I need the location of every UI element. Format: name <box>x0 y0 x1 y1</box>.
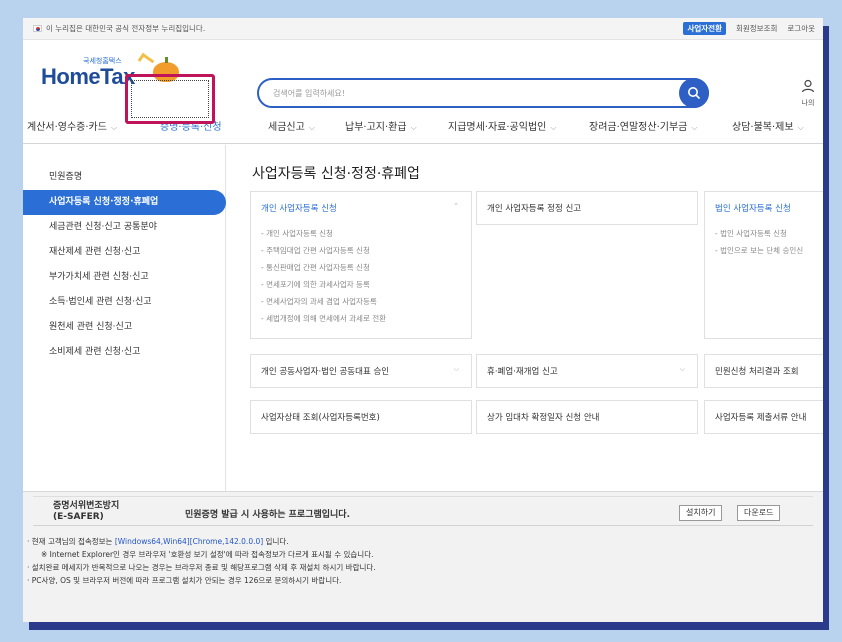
card-title: 개인 사업자등록 신청 <box>261 204 337 214</box>
info-line: ※ Internet Explorer인 경우 브라우저 '호환성 보기 설정'… <box>41 550 374 559</box>
sidebar-item-vat[interactable]: 부가가치세 관련 신청·신고 <box>23 265 225 290</box>
esafer-row: 증명서위변조방지 (E-SAFER) 민원증명 발급 시 사용하는 프로그램입니… <box>33 496 813 526</box>
logout-link[interactable]: 로그아웃 <box>787 23 815 34</box>
chevron-down-icon: ⌵ <box>110 123 118 132</box>
nav-payment-refund[interactable]: 납부·고지·환급 ⌵ <box>345 118 417 133</box>
logo-text: HomeTax <box>41 64 135 89</box>
card-title: 휴·폐업·재개업 신고 <box>487 367 558 377</box>
sidebar-item-consumption-tax[interactable]: 소비제세 관련 신청·신고 <box>23 340 225 365</box>
card-link[interactable]: - 법인 사업자등록 신청 <box>715 228 823 245</box>
card-business-status[interactable]: 사업자상태 조회(사업자등록번호) <box>250 400 472 434</box>
chevron-down-icon: ⌵ <box>679 365 685 373</box>
top-utility-bar: 이 누리집은 대한민국 공식 전자정부 누리집입니다. 사업자전환 회원정보조회… <box>23 18 823 40</box>
korea-flag-icon <box>33 25 42 32</box>
card-link[interactable]: - 개인 사업자등록 신청 <box>261 228 461 245</box>
chevron-down-icon: ⌵ <box>550 123 557 132</box>
nav-invoice-receipt-card[interactable]: 계산서·영수증·카드 ⌵ <box>27 118 117 133</box>
card-link[interactable]: - 통신판매업 간편 사업자등록 신청 <box>261 262 461 279</box>
sidebar-item-income-corporate-tax[interactable]: 소득·법인세 관련 신청·신고 <box>23 290 225 315</box>
nav-incentive-yearend[interactable]: 장려금·연말정산·기부금 ⌵ <box>589 118 697 133</box>
main-content: 사업자등록 신청·정정·휴폐업 개인 사업자등록 신청 ⌃ - 개인 사업자등록… <box>226 145 823 491</box>
access-info-link[interactable]: [Windows64,Win64][Chrome,142.0.0.0] <box>115 537 263 546</box>
install-button[interactable]: 설치하기 <box>679 505 723 521</box>
esafer-name: 증명서위변조방지 (E-SAFER) <box>53 501 120 522</box>
card-individual-correction[interactable]: 개인 사업자등록 정정 신고 <box>476 191 698 225</box>
nav-payment-statement[interactable]: 지급명세·자료·공익법인 ⌵ <box>448 118 556 133</box>
card-joint-business-approval[interactable]: 개인 공동사업자·법인 공동대표 승인 ⌵ <box>250 354 472 388</box>
chevron-down-icon: ⌵ <box>691 123 698 132</box>
sidebar-item-tax-common[interactable]: 세금관련 신청·신고 공통분야 <box>23 215 225 240</box>
card-title: 사업자상태 조회(사업자등록번호) <box>261 413 380 423</box>
nav-consultation-report[interactable]: 상담·불복·제보 ⌵ <box>732 118 804 133</box>
chevron-down-icon: ⌵ <box>308 123 315 132</box>
info-line: · PC사양, OS 및 브라우저 버전에 따라 프로그램 설치가 안되는 경우… <box>27 576 342 585</box>
chevron-down-icon: ⌵ <box>410 123 417 132</box>
chevron-down-icon: ⌵ <box>797 123 804 132</box>
sidebar-item-withholding-tax[interactable]: 원천세 관련 신청·신고 <box>23 315 225 340</box>
card-link[interactable]: - 면세포기에 의한 과세사업자 등록 <box>261 279 461 296</box>
card-title: 법인 사업자등록 신청 <box>715 204 791 214</box>
card-link[interactable]: - 법인으로 보는 단체 승인신 <box>715 245 823 262</box>
gov-notice: 이 누리집은 대한민국 공식 전자정부 누리집입니다. <box>46 24 206 33</box>
sidebar-item-property-tax[interactable]: 재산제세 관련 신청·신고 <box>23 240 225 265</box>
download-button[interactable]: 다운로드 <box>737 505 781 521</box>
card-individual-registration[interactable]: 개인 사업자등록 신청 ⌃ - 개인 사업자등록 신청 - 주택임대업 간편 사… <box>250 191 472 339</box>
sidebar-item-business-registration[interactable]: 사업자등록 신청·정정·휴폐업 <box>23 190 226 215</box>
logo-roof-icon <box>137 52 155 69</box>
search-placeholder: 검색어를 입력하세요! <box>273 88 345 98</box>
info-line: · 설치완료 메세지가 반복적으로 나오는 경우는 브라우저 종료 및 해당프로… <box>27 563 376 572</box>
search-icon <box>688 87 701 100</box>
sidebar: 민원증명 사업자등록 신청·정정·휴폐업 세금관련 신청·신고 공통분야 재산제… <box>23 145 226 491</box>
esafer-description: 민원증명 발급 시 사용하는 프로그램입니다. <box>185 510 350 520</box>
page-title: 사업자등록 신청·정정·휴폐업 <box>252 166 420 182</box>
card-link[interactable]: - 면세사업자의 과세 겸업 사업자등록 <box>261 296 461 313</box>
business-switch-button[interactable]: 사업자전환 <box>683 22 726 35</box>
info-line: · 현재 고객님의 접속정보는 [Windows64,Win64][Chrome… <box>27 537 289 546</box>
nav-tax-filing[interactable]: 세금신고 ⌵ <box>268 118 315 133</box>
card-title: 사업자등록 제출서류 안내 <box>715 413 807 423</box>
user-icon <box>801 79 815 93</box>
card-civil-result[interactable]: 민원신청 처리결과 조회 <box>704 354 823 388</box>
card-link[interactable]: - 세법개정에 의해 면세에서 과세로 전환 <box>261 313 461 330</box>
card-link[interactable]: - 주택임대업 간편 사업자등록 신청 <box>261 245 461 262</box>
footer: 증명서위변조방지 (E-SAFER) 민원증명 발급 시 사용하는 프로그램입니… <box>23 491 823 622</box>
card-lease-date[interactable]: 상가 임대차 확정일자 신청 안내 <box>476 400 698 434</box>
sidebar-item-civil-certificate[interactable]: 민원증명 <box>23 165 225 190</box>
member-info-link[interactable]: 회원정보조회 <box>736 23 777 34</box>
card-closure-reopen[interactable]: 휴·폐업·재개업 신고 ⌵ <box>476 354 698 388</box>
card-required-documents[interactable]: 사업자등록 제출서류 안내 <box>704 400 823 434</box>
card-title: 개인 사업자등록 정정 신고 <box>487 204 582 214</box>
card-title: 상가 임대차 확정일자 신청 안내 <box>487 413 600 423</box>
card-title: 개인 공동사업자·법인 공동대표 승인 <box>261 367 390 377</box>
chevron-down-icon: ⌵ <box>453 365 459 373</box>
card-corporate-registration[interactable]: 법인 사업자등록 신청 - 법인 사업자등록 신청 - 법인으로 보는 단체 승… <box>704 191 823 339</box>
card-title: 민원신청 처리결과 조회 <box>715 367 799 377</box>
focus-outline <box>131 80 209 118</box>
chevron-up-icon: ⌃ <box>453 202 459 210</box>
access-info: · 현재 고객님의 접속정보는 [Windows64,Win64][Chrome… <box>27 535 376 587</box>
